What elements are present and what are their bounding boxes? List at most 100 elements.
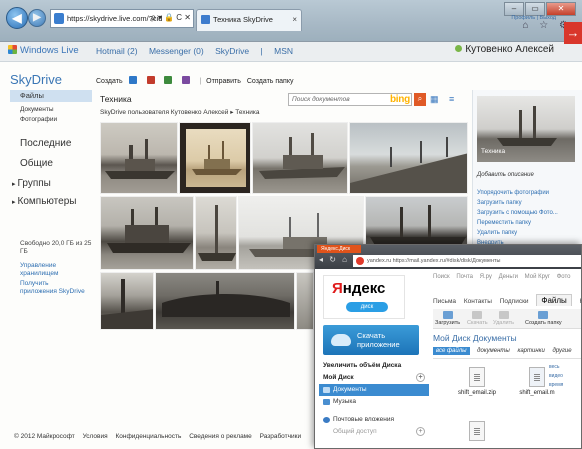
cruiser-photo	[107, 207, 191, 253]
new-folder-tool-button[interactable]: Создать папку	[525, 311, 562, 326]
filter-documents[interactable]: документы	[477, 348, 510, 354]
shared-access-heading[interactable]: Общий доступ +	[319, 426, 429, 438]
tab-mail[interactable]: Письма	[433, 298, 456, 305]
photo-tile-ship-11[interactable]	[296, 272, 314, 330]
upload-button[interactable]: Отправить	[206, 78, 241, 85]
service-photo[interactable]: Фото	[557, 274, 571, 280]
breadcrumb[interactable]: SkyDrive пользователя Кутовенко Алексей …	[100, 108, 259, 116]
word-doc-icon[interactable]	[128, 76, 137, 84]
tab-close-icon[interactable]: ×	[292, 10, 297, 30]
yandex-path[interactable]: Мой Диск Документы	[433, 333, 517, 343]
photo-tile-ship-4[interactable]	[349, 122, 468, 194]
download-folder-link[interactable]: Загрузить папку	[477, 198, 558, 208]
minimize-button[interactable]: –	[504, 2, 524, 16]
powerpoint-icon[interactable]	[146, 76, 155, 84]
filter-images[interactable]: картинки	[518, 348, 545, 354]
forward-button[interactable]: ▶	[28, 9, 46, 27]
nav-messenger[interactable]: Messenger (0)	[149, 46, 204, 56]
tab-skydrive[interactable]: Техника SkyDrive ×	[196, 9, 302, 31]
service-moikrug[interactable]: Мой Круг	[525, 274, 550, 280]
file-item[interactable]	[453, 421, 501, 444]
copyright: © 2012 Майкрософт	[14, 433, 75, 440]
add-icon[interactable]: +	[416, 373, 425, 382]
developers-link[interactable]: Разработчики	[260, 433, 302, 440]
photo-tile-ship-1[interactable]	[100, 122, 178, 194]
yandex-url-text: yandex.ru https://mail.yandex.ru/#disk/d…	[367, 258, 501, 264]
onenote-icon[interactable]	[182, 76, 191, 84]
excel-icon[interactable]	[164, 76, 173, 84]
sidebar-item-shared[interactable]: Общие	[20, 158, 53, 169]
arrange-photos-link[interactable]: Упорядочить фотографии	[477, 188, 558, 198]
delete-label: Удалить	[493, 320, 514, 326]
filter-other[interactable]: другие	[553, 348, 572, 354]
sidebar-item-mail-attachments[interactable]: Почтовые вложения	[319, 414, 429, 426]
tab-subscriptions[interactable]: Подписки	[500, 298, 529, 305]
close-button[interactable]: ✕	[546, 2, 576, 16]
yandex-nav-buttons[interactable]: ◂ ↻ ⌂	[319, 255, 349, 264]
delete-tool-button[interactable]: Удалить	[493, 311, 514, 326]
add-description-link[interactable]: Добавить описание	[477, 172, 534, 178]
sidebar-item-documents[interactable]: Документы	[319, 384, 429, 396]
yandex-sidebar: Увеличить объём Диска Мой Диск + Документ…	[319, 360, 429, 438]
skydrive-title[interactable]: SkyDrive	[10, 72, 62, 87]
sidebar-item-computers[interactable]: ▸ Компьютеры	[12, 196, 76, 207]
maximize-button[interactable]: ▭	[525, 2, 545, 16]
nav-msn[interactable]: MSN	[274, 46, 293, 56]
create-button[interactable]: Создать	[96, 78, 123, 85]
preview-link[interactable]: весь	[549, 363, 563, 372]
profile-signout-links[interactable]: Профиль | Выход	[511, 15, 556, 21]
add-icon[interactable]: +	[416, 427, 425, 436]
sidebar-item-files[interactable]: Файлы	[10, 90, 92, 102]
photo-tile-ship-9[interactable]	[100, 272, 154, 330]
sidebar-item-groups[interactable]: ▸ Группы	[12, 178, 51, 189]
privacy-link[interactable]: Конфиденциальность	[115, 433, 181, 440]
download-app-button[interactable]: Скачать приложение	[323, 325, 419, 355]
get-apps-link[interactable]: Получить приложения SkyDrive	[20, 280, 86, 296]
sidebar-item-photos[interactable]: Фотографии	[20, 116, 57, 123]
photo-tile-ship-3[interactable]	[252, 122, 348, 194]
nav-skydrive[interactable]: SkyDrive	[215, 46, 249, 56]
upload-tool-button[interactable]: Загрузить	[435, 311, 460, 326]
download-icon	[472, 311, 483, 319]
shared-access-label: Общий доступ	[333, 428, 377, 435]
terms-link[interactable]: Условия	[83, 433, 108, 440]
increase-space-link[interactable]: Увеличить объём Диска	[319, 360, 429, 372]
back-button[interactable]: ◀	[6, 7, 28, 29]
user-name[interactable]: Кутовенко Алексей	[455, 44, 554, 55]
yandex-disk-logo[interactable]: Яндекс диск	[323, 275, 405, 319]
view-toggle-icons[interactable]: ▦ ≡	[430, 94, 458, 105]
delete-folder-link[interactable]: Удалить папку	[477, 228, 558, 238]
upload-with-photos-link[interactable]: Загрузить с помощью Фото...	[477, 208, 558, 218]
move-folder-link[interactable]: Переместить папку	[477, 218, 558, 228]
file-item[interactable]: shift_email.zip	[453, 367, 501, 396]
sidebar-item-documents[interactable]: Документы	[20, 106, 54, 113]
tab-contacts[interactable]: Контакты	[464, 298, 492, 305]
sidebar-item-music[interactable]: Музыка	[319, 396, 429, 408]
my-disk-heading[interactable]: Мой Диск +	[319, 372, 429, 384]
windows-live-logo[interactable]: Windows Live	[8, 45, 79, 56]
download-tool-button[interactable]: Скачать	[467, 311, 488, 326]
search-icon[interactable]: ⌕	[414, 93, 426, 106]
preview-link[interactable]: видео	[549, 372, 563, 381]
filter-all[interactable]: все файлы	[433, 347, 470, 355]
service-search[interactable]: Поиск	[433, 274, 450, 280]
ads-link[interactable]: Сведения о рекламе	[189, 433, 252, 440]
manage-storage-link[interactable]: Управление хранилищем	[20, 262, 80, 278]
photo-tile-ship-5[interactable]	[100, 196, 194, 270]
photo-tile-ship-10[interactable]	[155, 272, 295, 330]
sidebar-item-recent[interactable]: Последние	[20, 138, 71, 149]
yandex-window: Яндекс.Диск ◂ ↻ ⌂ yandex.ru https://mail…	[314, 244, 582, 449]
service-mail[interactable]: Почта	[456, 274, 473, 280]
create-folder-button[interactable]: Создать папку	[247, 78, 294, 85]
address-tools[interactable]: ρ ▾ 🔒 C ✕	[148, 9, 194, 28]
service-money[interactable]: Деньги	[499, 274, 518, 280]
window-controls: – ▭ ✕	[504, 2, 576, 16]
photo-tile-ship-2[interactable]	[179, 122, 251, 194]
yandex-tab[interactable]: Яндекс.Диск	[317, 245, 361, 253]
yandex-address-bar[interactable]: yandex.ru https://mail.yandex.ru/#disk/d…	[353, 255, 581, 267]
photo-tile-ship-6[interactable]	[195, 196, 237, 270]
tab-files[interactable]: Файлы	[536, 294, 572, 306]
service-yaru[interactable]: Я.ру	[480, 274, 492, 280]
preview-link[interactable]: время	[549, 381, 563, 390]
nav-hotmail[interactable]: Hotmail (2)	[96, 46, 138, 56]
